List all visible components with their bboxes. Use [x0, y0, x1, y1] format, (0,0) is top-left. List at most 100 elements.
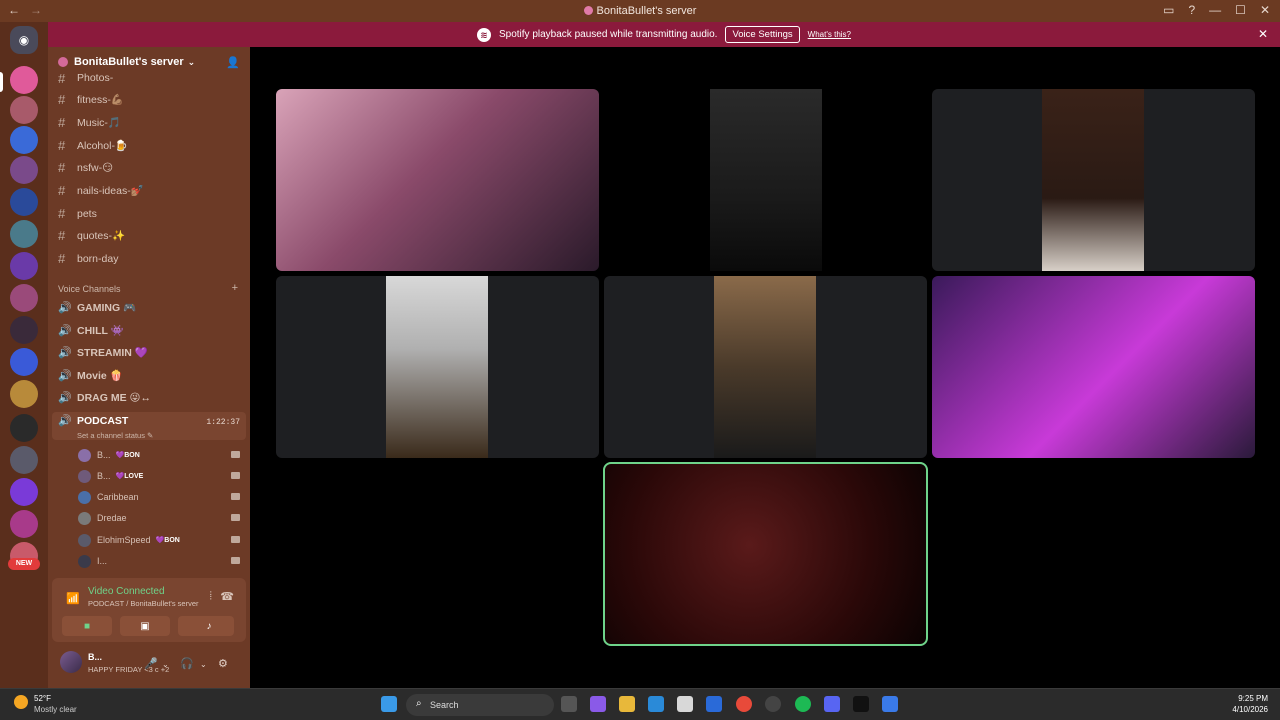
new-badge[interactable]: NEW	[8, 558, 40, 570]
server-icon-15[interactable]	[10, 510, 38, 538]
obs-icon[interactable]	[765, 696, 781, 712]
task-view-icon[interactable]	[561, 696, 577, 712]
channel-alcohol[interactable]: # Alcohol-🍺	[58, 138, 128, 153]
voice-channel-podcast[interactable]: 🔊 PODCAST	[58, 414, 128, 428]
server-icon-10[interactable]	[10, 348, 38, 376]
chevron-down-icon[interactable]: ⌄	[200, 660, 207, 669]
server-rail: ◉ NEW	[0, 22, 48, 688]
server-icon-2[interactable]	[10, 96, 38, 124]
whats-this-link[interactable]: What's this?	[808, 30, 851, 39]
server-icon-bonita[interactable]	[10, 66, 38, 94]
close-window-icon[interactable]: ✕	[1260, 3, 1270, 17]
user-name[interactable]: B...	[88, 652, 102, 662]
server-icon-6[interactable]	[10, 220, 38, 248]
voice-member[interactable]: I...	[78, 553, 240, 569]
server-icon-9[interactable]	[10, 316, 38, 344]
channel-nails-ideas[interactable]: # nails-ideas-💅🏽	[58, 183, 144, 198]
edge-icon[interactable]	[648, 696, 664, 712]
add-channel-icon[interactable]: +	[232, 282, 238, 294]
channel-photos[interactable]: # Photos-	[58, 71, 113, 85]
hash-icon: #	[58, 115, 66, 130]
discord-icon[interactable]	[824, 696, 840, 712]
video-tile[interactable]	[604, 89, 927, 271]
channel-fitness[interactable]: # fitness-💪🏽	[58, 92, 124, 107]
maximize-icon[interactable]: ☐	[1235, 3, 1246, 17]
window-title: BonitaBullet's server	[0, 5, 1280, 17]
windows-start-icon[interactable]	[381, 696, 397, 712]
mail-icon[interactable]	[706, 696, 722, 712]
server-icon-13[interactable]	[10, 446, 38, 474]
server-icon-12[interactable]	[10, 414, 38, 442]
channel-quotes[interactable]: # quotes-✨	[58, 228, 125, 243]
channel-nsfw[interactable]: # nsfw-😏	[58, 160, 113, 175]
voice-category-label[interactable]: Voice Channels	[58, 284, 121, 294]
microphone-icon[interactable]: 🎤	[144, 657, 158, 670]
spotify-icon[interactable]	[795, 696, 811, 712]
chrome-icon[interactable]	[736, 696, 752, 712]
close-notice-icon[interactable]: ✕	[1258, 27, 1268, 41]
app-icon[interactable]	[882, 696, 898, 712]
clock-date[interactable]: 4/10/2026	[1232, 705, 1268, 714]
server-icon-8[interactable]	[10, 284, 38, 312]
discord-home-icon[interactable]: ◉	[10, 26, 38, 54]
spotify-icon: ≋	[476, 27, 491, 42]
noise-suppression-icon[interactable]: ⦙	[210, 590, 212, 603]
video-tile[interactable]	[604, 276, 927, 458]
weather-temp[interactable]: 52°F	[34, 694, 51, 703]
server-icon-5[interactable]	[10, 188, 38, 216]
user-avatar[interactable]	[60, 651, 82, 673]
video-tile[interactable]	[276, 276, 599, 458]
voice-member[interactable]: B... 💜BON	[78, 447, 240, 463]
video-tile[interactable]	[932, 89, 1255, 271]
server-icon-twitch[interactable]	[10, 252, 38, 280]
channel-status[interactable]: Set a channel status ✎	[77, 431, 153, 440]
channel-music[interactable]: # Music-🎵	[58, 115, 121, 130]
server-icon-14[interactable]	[10, 478, 38, 506]
window-titlebar: ← → BonitaBullet's server ▭ ? — ☐ ✕	[0, 0, 1280, 22]
voice-channel-streamin[interactable]: 🔊 STREAMIN 💜	[58, 346, 148, 359]
inbox-icon[interactable]: ▭	[1163, 3, 1174, 17]
disconnect-icon[interactable]: ☎	[220, 590, 234, 603]
server-icon-3[interactable]	[10, 126, 38, 154]
minimize-icon[interactable]: —	[1209, 3, 1221, 17]
voice-channel-drag-me[interactable]: 🔊 DRAG ME 😜↔	[58, 391, 151, 405]
channel-pets[interactable]: # pets	[58, 206, 97, 221]
channel-born-day[interactable]: # born-day	[58, 251, 118, 266]
window-controls: ▭ ? — ☐ ✕	[1163, 3, 1270, 17]
screen-share-button[interactable]: ▣	[120, 616, 170, 636]
camera-icon: ■	[83, 620, 91, 632]
video-tile[interactable]	[932, 276, 1255, 458]
voice-member[interactable]: Dredae	[78, 510, 240, 526]
soundboard-button[interactable]: ♪	[184, 616, 234, 636]
connection-channel[interactable]: PODCAST / BonitaBullet's server	[88, 599, 199, 608]
signal-icon[interactable]: 📶	[66, 592, 80, 605]
headphones-icon[interactable]: 🎧	[180, 657, 194, 670]
voice-settings-button[interactable]: Voice Settings	[725, 26, 800, 43]
voice-member[interactable]: B... 💜LOVE	[78, 468, 240, 484]
clock-time[interactable]: 9:25 PM	[1238, 694, 1268, 703]
help-icon[interactable]: ?	[1188, 3, 1195, 17]
taskbar-search[interactable]: ⌕ Search	[406, 694, 554, 716]
copilot-icon[interactable]	[590, 696, 606, 712]
settings-gear-icon[interactable]: ⚙	[218, 657, 228, 670]
camera-button[interactable]: ■	[62, 616, 112, 636]
voice-channel-chill[interactable]: 🔊 CHILL 👾	[58, 324, 124, 337]
video-tile-speaking[interactable]	[603, 462, 928, 646]
server-icon-11[interactable]	[10, 380, 38, 408]
tiktok-icon[interactable]	[853, 696, 869, 712]
chevron-down-icon: ⌄	[187, 56, 196, 67]
weather-desc[interactable]: Mostly clear	[34, 705, 77, 714]
speaker-icon: 🔊	[58, 302, 72, 314]
video-tile[interactable]	[276, 89, 599, 271]
chevron-down-icon[interactable]: ⌄	[162, 660, 169, 669]
server-icon-4[interactable]	[10, 156, 38, 184]
store-icon[interactable]	[677, 696, 693, 712]
weather-icon[interactable]	[14, 695, 28, 709]
invite-icon[interactable]: 👤	[226, 56, 240, 69]
server-badge-icon	[58, 57, 68, 67]
voice-channel-movie[interactable]: 🔊 Movie 🍿	[58, 369, 123, 382]
voice-member[interactable]: ElohimSpeed 💜BON	[78, 532, 240, 548]
voice-member[interactable]: Caribbean	[78, 489, 240, 505]
voice-channel-gaming[interactable]: 🔊 GAMING 🎮	[58, 301, 136, 314]
file-explorer-icon[interactable]	[619, 696, 635, 712]
